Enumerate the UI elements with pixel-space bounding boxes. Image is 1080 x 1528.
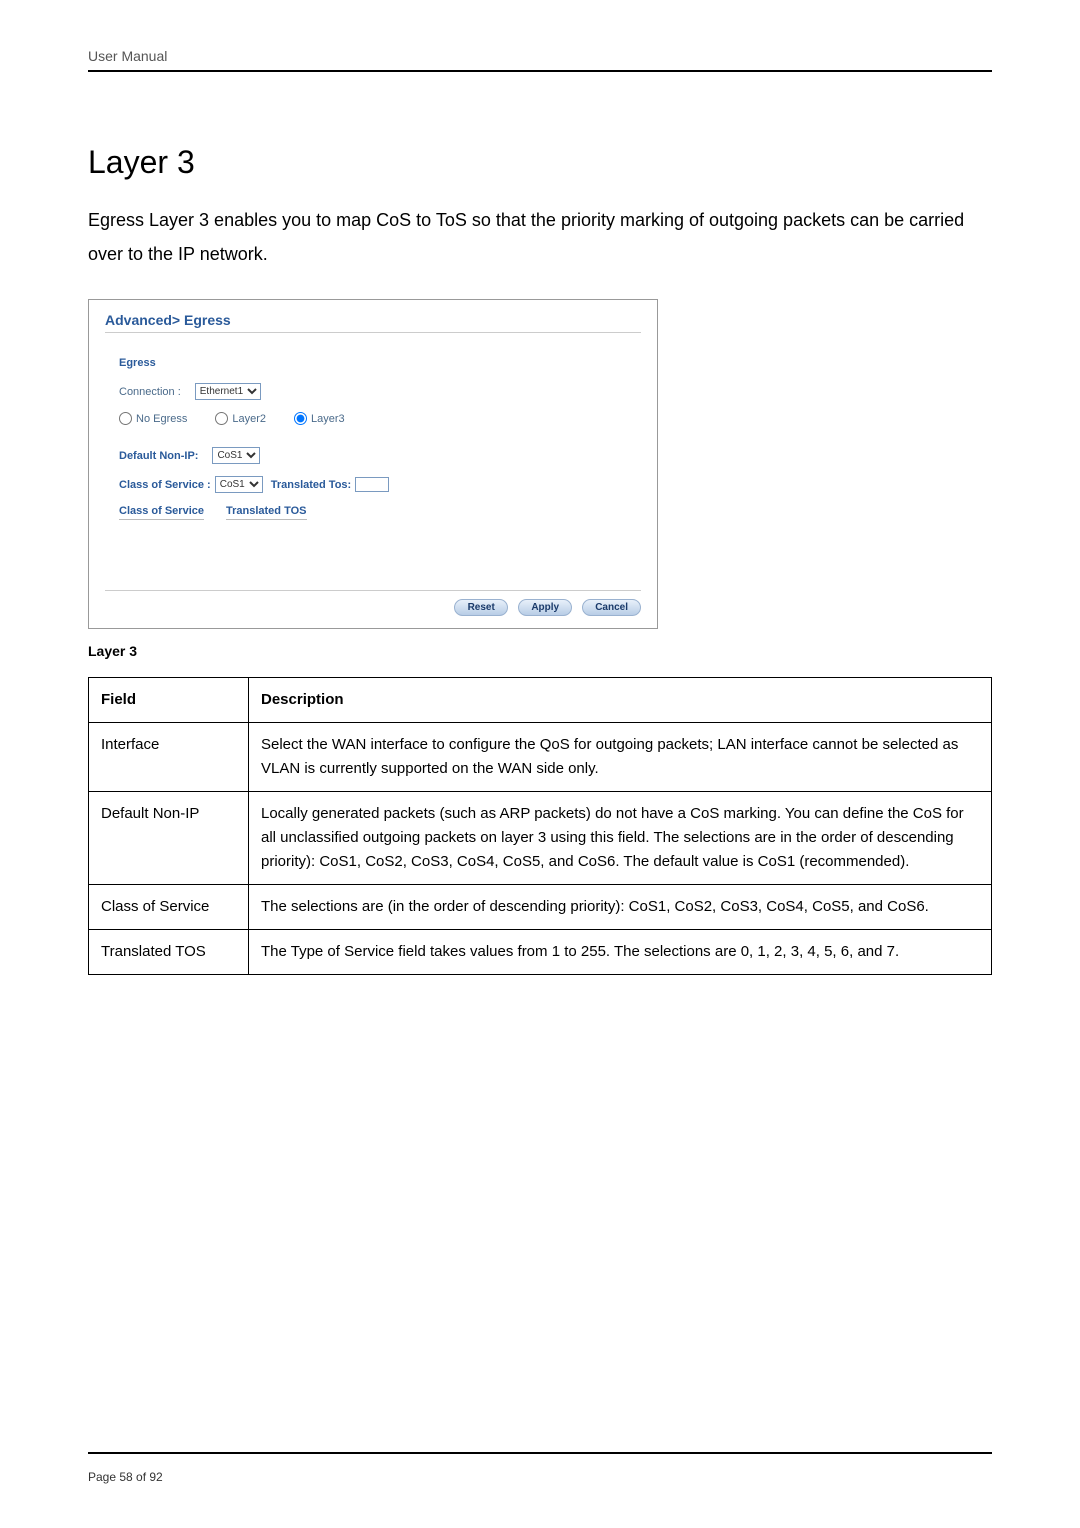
radio-layer2-label: Layer2 (232, 413, 266, 425)
radio-layer3[interactable]: Layer3 (294, 412, 345, 425)
radio-no-egress-input[interactable] (119, 412, 132, 425)
radio-no-egress-label: No Egress (136, 413, 187, 425)
table-row: Class of Service The selections are (in … (89, 885, 992, 930)
default-nonip-label: Default Non-IP: (119, 450, 198, 462)
translated-tos-label: Translated Tos: (271, 479, 351, 491)
footer-rule (88, 1452, 992, 1454)
th-description: Description (249, 678, 992, 723)
section-title: Layer 3 (88, 144, 992, 181)
cos-row: Class of Service : CoS1 Translated Tos: (119, 476, 641, 493)
radio-layer2-input[interactable] (215, 412, 228, 425)
screenshot-title: Advanced> Egress (105, 312, 641, 333)
th-class-of-service: Class of Service (119, 505, 204, 520)
egress-screenshot: Advanced> Egress Egress Connection : Eth… (88, 299, 658, 629)
table-row: Interface Select the WAN interface to co… (89, 723, 992, 792)
cell-desc: The Type of Service field takes values f… (249, 930, 992, 975)
cell-desc: Locally generated packets (such as ARP p… (249, 792, 992, 885)
cos-label: Class of Service : (119, 479, 211, 491)
egress-mode-radios: No Egress Layer2 Layer3 (119, 412, 641, 425)
default-nonip-select[interactable]: CoS1 (212, 447, 260, 464)
radio-no-egress[interactable]: No Egress (119, 412, 187, 425)
table-row: Translated TOS The Type of Service field… (89, 930, 992, 975)
button-row: Reset Apply Cancel (105, 590, 641, 616)
header-label: User Manual (88, 48, 992, 64)
apply-button[interactable]: Apply (518, 599, 572, 616)
header-rule (88, 70, 992, 72)
reset-button[interactable]: Reset (454, 599, 508, 616)
radio-layer3-label: Layer3 (311, 413, 345, 425)
cell-field: Interface (89, 723, 249, 792)
cell-field: Default Non-IP (89, 792, 249, 885)
th-translated-tos: Translated TOS (226, 505, 307, 520)
table-row: Default Non-IP Locally generated packets… (89, 792, 992, 885)
page-number: Page 58 of 92 (88, 1470, 992, 1484)
th-field: Field (89, 678, 249, 723)
cell-field: Class of Service (89, 885, 249, 930)
cos-table-header: Class of Service Translated TOS (119, 505, 641, 520)
connection-select[interactable]: Ethernet1 (195, 383, 261, 400)
radio-layer2[interactable]: Layer2 (215, 412, 266, 425)
cos-select[interactable]: CoS1 (215, 476, 263, 493)
cell-field: Translated TOS (89, 930, 249, 975)
connection-row: Connection : Ethernet1 (119, 383, 641, 400)
cancel-button[interactable]: Cancel (582, 599, 641, 616)
default-nonip-row: Default Non-IP: CoS1 (119, 447, 641, 464)
radio-layer3-input[interactable] (294, 412, 307, 425)
page-footer: Page 58 of 92 (88, 1452, 992, 1484)
cell-desc: The selections are (in the order of desc… (249, 885, 992, 930)
translated-tos-input[interactable] (355, 477, 389, 492)
connection-label: Connection : (119, 386, 181, 398)
egress-heading: Egress (119, 357, 641, 369)
field-description-table: Field Description Interface Select the W… (88, 677, 992, 975)
figure-caption: Layer 3 (88, 643, 992, 659)
cell-desc: Select the WAN interface to configure th… (249, 723, 992, 792)
intro-paragraph: Egress Layer 3 enables you to map CoS to… (88, 203, 992, 271)
